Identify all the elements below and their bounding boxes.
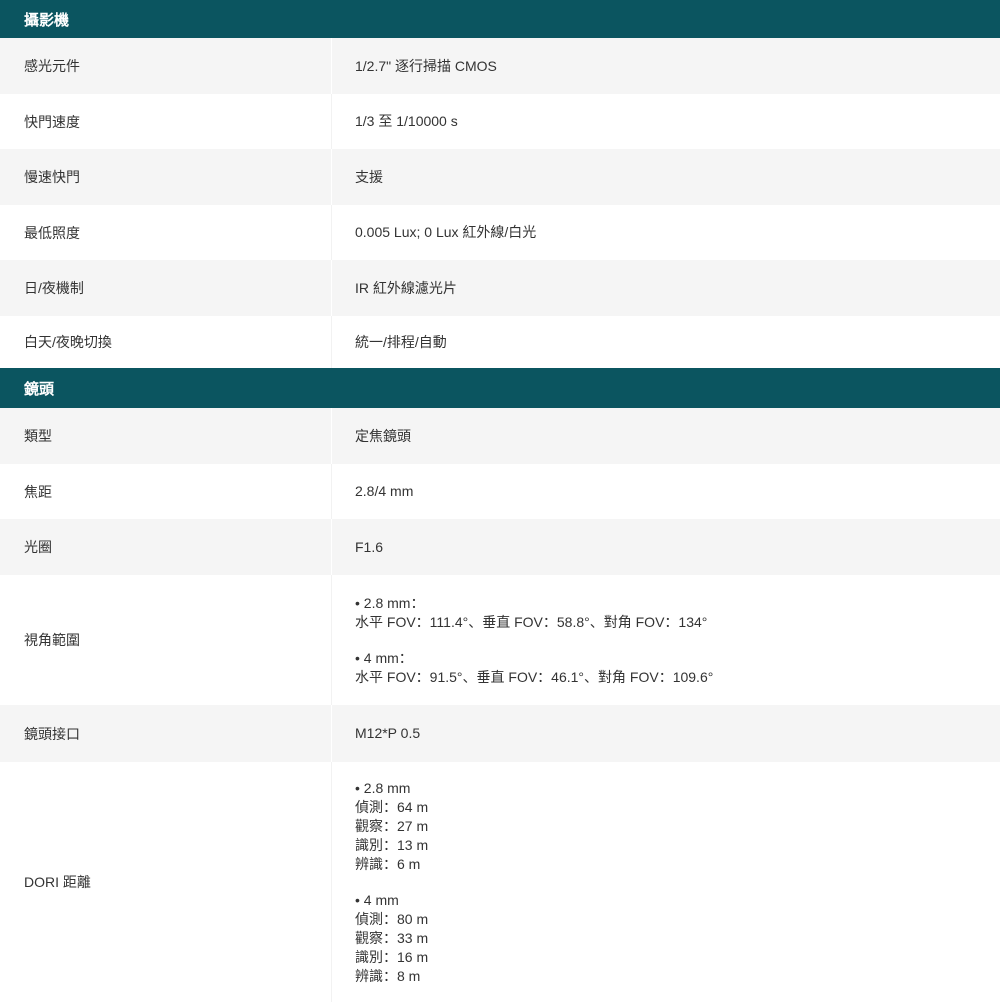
spec-value-text: 支援 bbox=[355, 168, 383, 185]
spec-value: • 2.8 mm： 水平 FOV：111.4°、垂直 FOV：58.8°、對角 … bbox=[332, 575, 1000, 705]
spec-row-shutter-speed: 快門速度 1/3 至 1/10000 s bbox=[0, 94, 1000, 149]
spec-row-slow-shutter: 慢速快門 支援 bbox=[0, 149, 1000, 205]
spec-value: 1/3 至 1/10000 s bbox=[332, 94, 1000, 149]
spec-value: 支援 bbox=[332, 149, 1000, 205]
spec-value-text: 2.8/4 mm bbox=[355, 483, 414, 499]
spec-value-text: IR 紅外線濾光片 bbox=[355, 279, 457, 296]
spec-value: 0.005 Lux; 0 Lux 紅外線/白光 bbox=[332, 205, 1000, 260]
spec-value-text: • 4 mm bbox=[355, 891, 399, 908]
spec-value: 統一/排程/自動 bbox=[332, 316, 1000, 368]
spec-value-text: 水平 FOV：111.4°、垂直 FOV：58.8°、對角 FOV：134° bbox=[355, 613, 708, 630]
spec-row-sensor: 感光元件 1/2.7" 逐行掃描 CMOS bbox=[0, 38, 1000, 94]
section-header-lens: 鏡頭 bbox=[0, 368, 1000, 408]
spec-value-text: M12*P 0.5 bbox=[355, 725, 421, 741]
spec-label: 感光元件 bbox=[0, 38, 332, 94]
spec-value-text: 定焦鏡頭 bbox=[355, 427, 411, 444]
spec-row-field-of-view: 視角範圍 • 2.8 mm： 水平 FOV：111.4°、垂直 FOV：58.8… bbox=[0, 575, 1000, 705]
spec-row-lens-mount: 鏡頭接口 M12*P 0.5 bbox=[0, 705, 1000, 762]
spec-value-text: 1/2.7" 逐行掃描 CMOS bbox=[355, 57, 497, 74]
spec-value-text: 偵測：64 m bbox=[355, 798, 429, 815]
spec-label: 焦距 bbox=[0, 464, 332, 519]
spec-value-text: 觀察：33 m bbox=[355, 929, 429, 946]
spec-value: M12*P 0.5 bbox=[332, 705, 1000, 762]
spec-value: 2.8/4 mm bbox=[332, 464, 1000, 519]
spec-label: 鏡頭接口 bbox=[0, 705, 332, 762]
section-header-camera: 攝影機 bbox=[0, 0, 1000, 38]
spec-sheet: 攝影機 感光元件 1/2.7" 逐行掃描 CMOS 快門速度 1/3 至 1/1… bbox=[0, 0, 1000, 1002]
spec-label: 慢速快門 bbox=[0, 149, 332, 205]
spec-value-text: 1/3 至 1/10000 s bbox=[355, 113, 458, 129]
spec-value: IR 紅外線濾光片 bbox=[332, 260, 1000, 316]
spec-row-day-night-switch: 白天/夜晚切換 統一/排程/自動 bbox=[0, 316, 1000, 368]
spec-label: 最低照度 bbox=[0, 205, 332, 260]
spec-value-text: 識別：13 m bbox=[355, 836, 429, 853]
spec-value-text: 水平 FOV：91.5°、垂直 FOV：46.1°、對角 FOV：109.6° bbox=[355, 668, 714, 685]
spec-value-text: 偵測：80 m bbox=[355, 910, 429, 927]
spec-value-text: 統一/排程/自動 bbox=[355, 333, 447, 350]
spec-label: 光圈 bbox=[0, 519, 332, 575]
spec-row-focal-length: 焦距 2.8/4 mm bbox=[0, 464, 1000, 519]
spec-label: 快門速度 bbox=[0, 94, 332, 149]
spec-label: DORI 距離 bbox=[0, 762, 332, 1002]
spec-row-dori-distance: DORI 距離 • 2.8 mm 偵測：64 m 觀察：27 m 識別：13 m… bbox=[0, 762, 1000, 1002]
spec-row-min-illumination: 最低照度 0.005 Lux; 0 Lux 紅外線/白光 bbox=[0, 205, 1000, 260]
spec-label: 視角範圍 bbox=[0, 575, 332, 705]
spec-value-text: • 4 mm： bbox=[355, 649, 413, 666]
spec-value: F1.6 bbox=[332, 519, 1000, 575]
spec-value-text: 0.005 Lux; 0 Lux 紅外線/白光 bbox=[355, 224, 537, 240]
spec-label: 日/夜機制 bbox=[0, 260, 332, 316]
spec-value: 定焦鏡頭 bbox=[332, 408, 1000, 464]
spec-value-text: 識別：16 m bbox=[355, 948, 429, 965]
spec-label: 類型 bbox=[0, 408, 332, 464]
spec-value-text: 辨識：6 m bbox=[355, 855, 421, 872]
spec-row-lens-type: 類型 定焦鏡頭 bbox=[0, 408, 1000, 464]
spec-value-text: 辨識：8 m bbox=[355, 967, 421, 984]
spec-value: • 2.8 mm 偵測：64 m 觀察：27 m 識別：13 m 辨識：6 m … bbox=[332, 762, 1000, 1002]
spec-row-day-night: 日/夜機制 IR 紅外線濾光片 bbox=[0, 260, 1000, 316]
spec-value-text: 觀察：27 m bbox=[355, 817, 429, 834]
spec-value-text: • 2.8 mm： bbox=[355, 594, 425, 611]
spec-value: 1/2.7" 逐行掃描 CMOS bbox=[332, 38, 1000, 94]
section-title: 鏡頭 bbox=[24, 380, 55, 398]
section-title: 攝影機 bbox=[24, 11, 70, 29]
spec-label: 白天/夜晚切換 bbox=[0, 316, 332, 368]
spec-value-text: F1.6 bbox=[355, 538, 384, 555]
spec-row-aperture: 光圈 F1.6 bbox=[0, 519, 1000, 575]
spec-value-text: • 2.8 mm bbox=[355, 779, 411, 796]
